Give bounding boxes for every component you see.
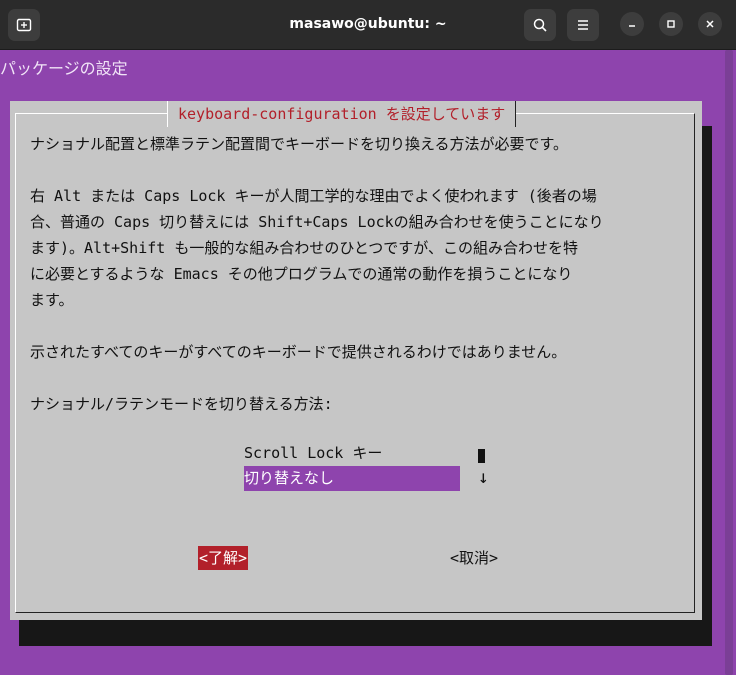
terminal-window: masawo@ubuntu: ~ パッケージの設定 keyboard-confi…	[0, 0, 736, 675]
dialog-prompt: ナショナル/ラテンモードを切り替える方法:	[30, 395, 333, 413]
dialog-text-line: 合、普通の Caps 切り替えには Shift+Caps Lockの組み合わせを…	[30, 213, 604, 231]
terminal-header: パッケージの設定	[0, 59, 128, 78]
menu-icon	[578, 20, 588, 30]
close-button[interactable]	[698, 12, 722, 36]
dialog-text-line: 示されたすべてのキーがすべてのキーボードで提供されるわけではありません。	[30, 343, 567, 361]
maximize-button[interactable]	[659, 12, 683, 36]
maximize-icon	[667, 20, 675, 28]
dialog-text-line: 右 Alt または Caps Lock キーが人間工学的な理由でよく使われます …	[30, 187, 597, 205]
option-scroll-lock[interactable]: Scroll Lock キー	[244, 441, 460, 466]
dialog-shadow-bottom	[19, 620, 712, 646]
scrollbar-thumb[interactable]	[725, 50, 733, 675]
minimize-icon	[629, 25, 635, 27]
menu-button[interactable]	[567, 9, 599, 41]
list-scroll-thumb[interactable]	[478, 449, 485, 463]
dialog-text-line: ナショナル配置と標準ラテン配置間でキーボードを切り換える方法が必要です。	[30, 135, 569, 153]
dialog-text-line: ます。	[30, 291, 74, 309]
option-list[interactable]: Scroll Lock キー 切り替えなし	[244, 441, 460, 491]
cancel-button[interactable]: <取消>	[450, 546, 498, 570]
minimize-button[interactable]	[620, 12, 644, 36]
titlebar: masawo@ubuntu: ~	[0, 0, 736, 50]
search-icon	[533, 18, 547, 32]
dialog-title: keyboard-configuration を設定しています	[167, 101, 517, 127]
dialog-text-line: ます)。Alt+Shift も一般的な組み合わせのひとつですが、この組み合わせを…	[30, 239, 578, 257]
config-dialog: keyboard-configuration を設定しています ナショナル配置と…	[10, 101, 702, 620]
ok-button[interactable]: <了解>	[198, 546, 249, 570]
option-no-toggle[interactable]: 切り替えなし	[244, 466, 460, 491]
close-icon	[706, 20, 714, 28]
dialog-shadow	[702, 126, 712, 646]
dialog-text-line: に必要とするような Emacs その他プログラムでの通常の動作を損うことになり	[30, 265, 573, 283]
down-arrow-icon: ↓	[478, 467, 489, 488]
search-button[interactable]	[524, 9, 556, 41]
